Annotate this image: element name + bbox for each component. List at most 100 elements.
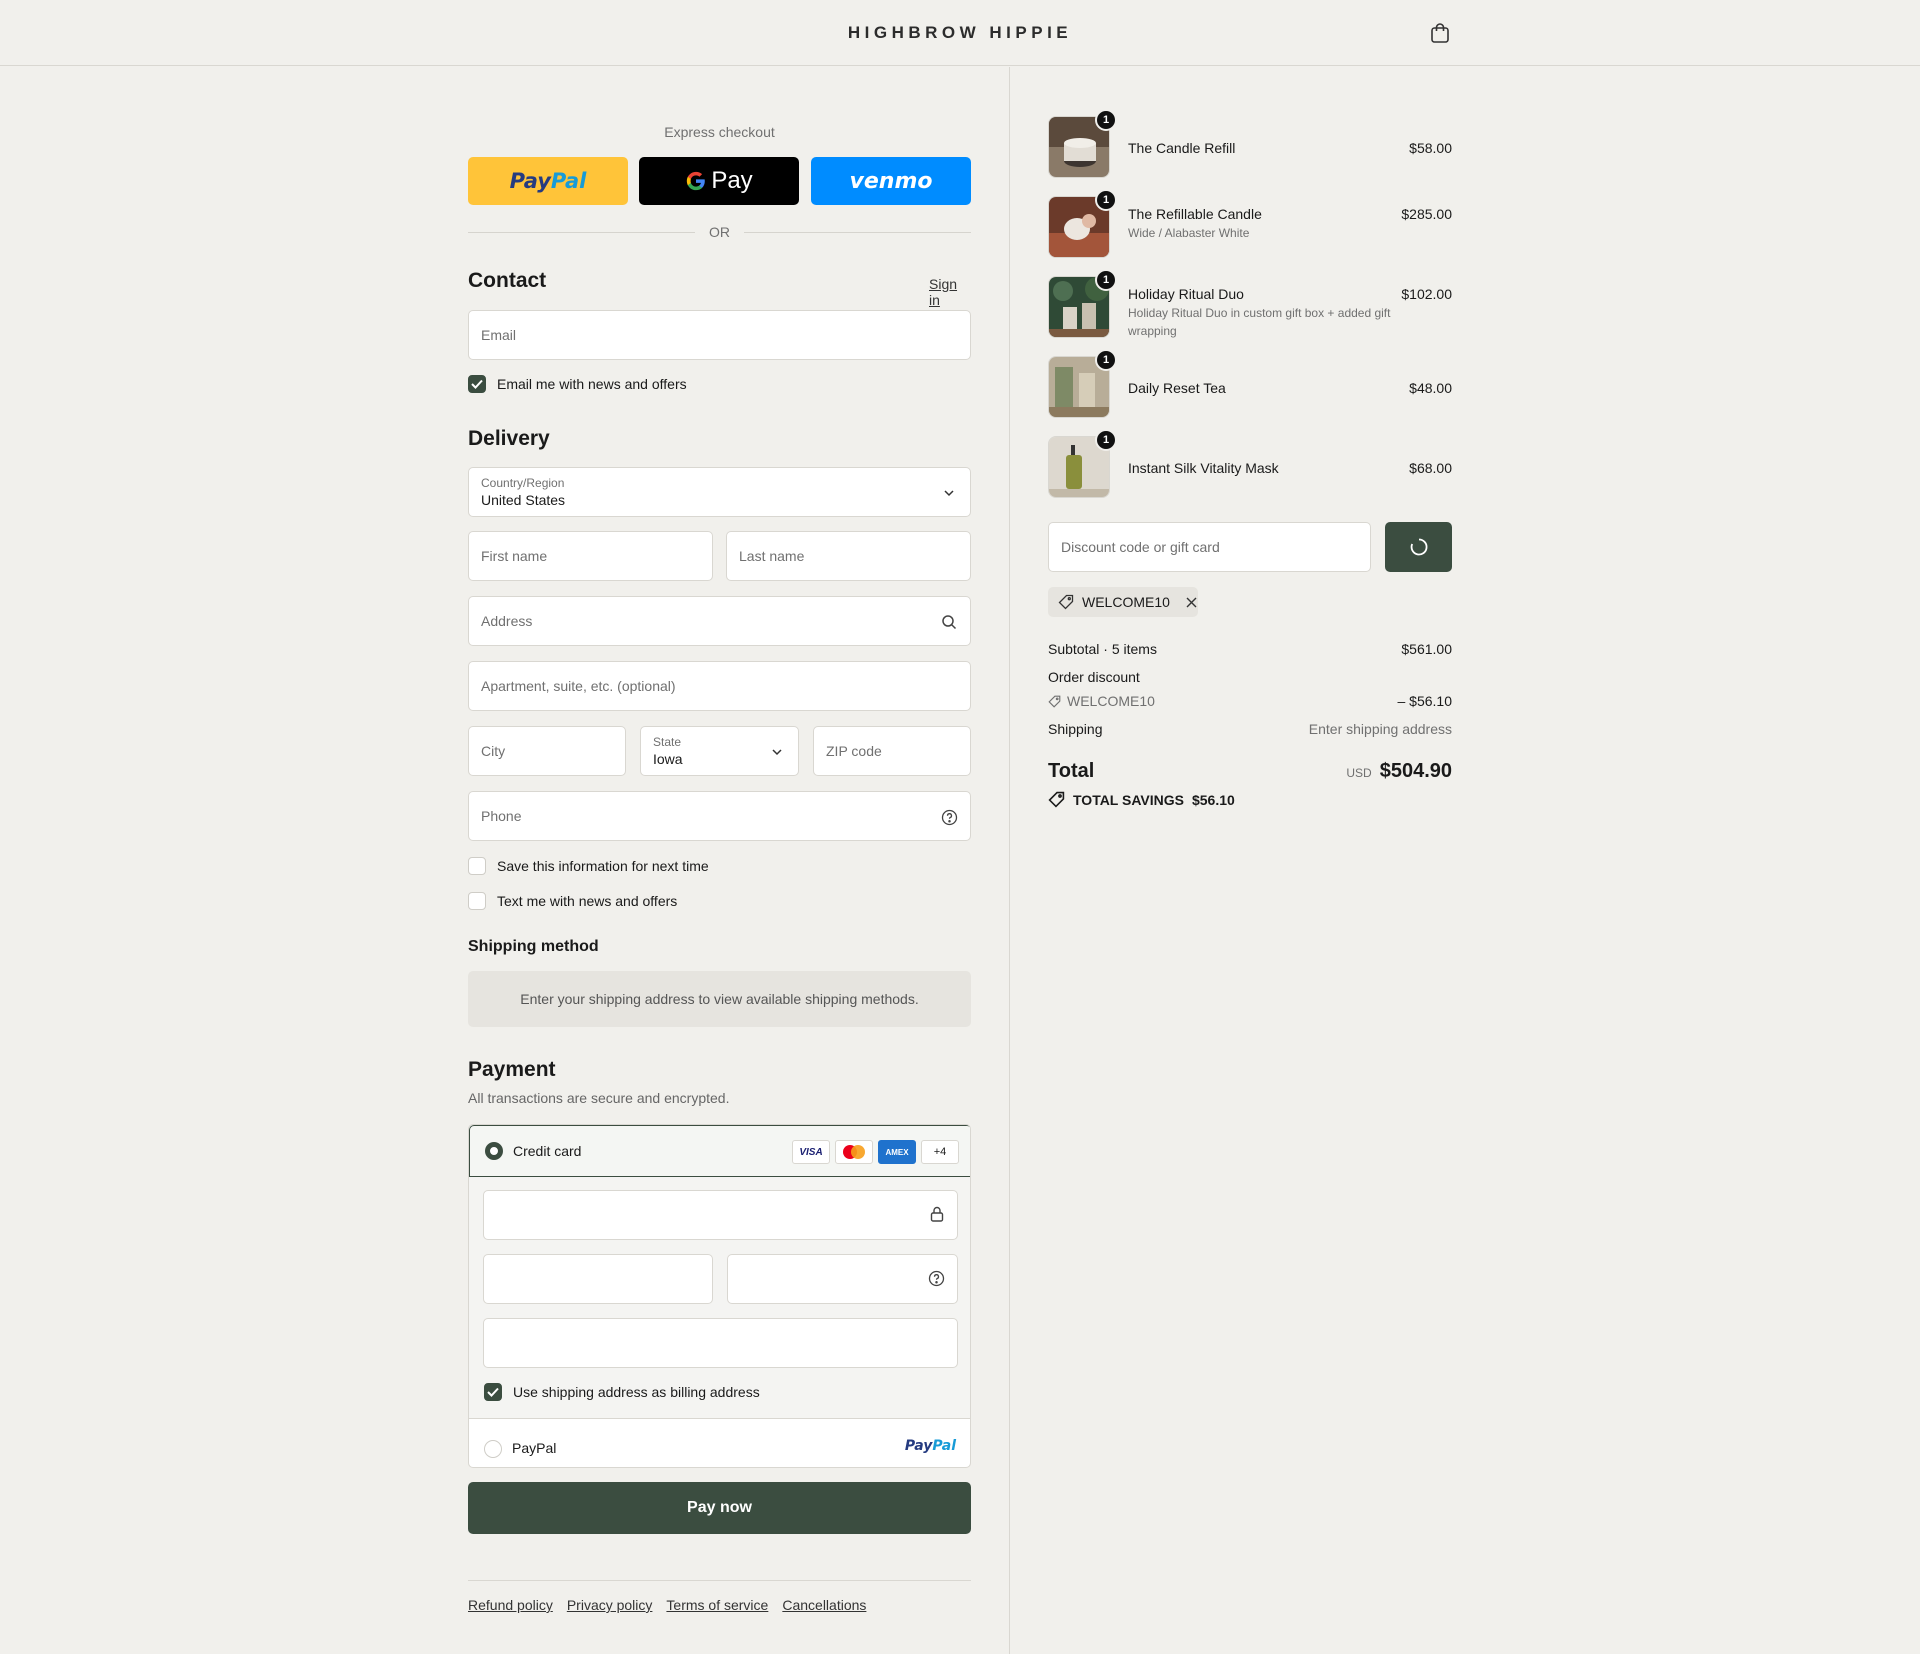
email-news-checkbox[interactable] (468, 375, 486, 393)
shipping-label: Shipping (1048, 721, 1103, 737)
order-item: 1 Daily Reset Tea $48.00 (1048, 349, 1452, 420)
phone-field[interactable]: Phone (468, 791, 971, 841)
payment-methods: Credit card VISA AMEX +4 Use shipping ad… (468, 1124, 971, 1468)
chevron-down-icon (768, 743, 786, 761)
total-value: $504.90 (1379, 760, 1452, 782)
quantity-badge: 1 (1095, 109, 1117, 131)
terms-of-service-link[interactable]: Terms of service (666, 1597, 768, 1613)
item-price: $102.00 (1401, 286, 1452, 302)
paypal-logo: PayPal (509, 169, 587, 193)
tag-icon (1048, 791, 1065, 808)
item-name: Holiday Ritual Duo (1128, 286, 1244, 302)
credit-card-option[interactable]: Credit card VISA AMEX +4 (469, 1125, 970, 1177)
paypal-option-label: PayPal (512, 1440, 557, 1456)
text-me-checkbox[interactable] (468, 892, 486, 910)
card-number-field[interactable] (483, 1190, 958, 1240)
visa-icon: VISA (792, 1140, 830, 1164)
currency-code: USD (1346, 766, 1372, 780)
refund-policy-link[interactable]: Refund policy (468, 1597, 553, 1613)
header: HIGHBROW HIPPIE (0, 0, 1920, 66)
name-on-card-field[interactable] (483, 1318, 958, 1368)
security-code-field[interactable] (727, 1254, 958, 1304)
footer-links: Refund policy Privacy policy Terms of se… (468, 1597, 866, 1613)
discount-code-text: WELCOME10 (1067, 693, 1155, 709)
save-info-label: Save this information for next time (497, 858, 709, 874)
cancellations-link[interactable]: Cancellations (782, 1597, 866, 1613)
city-placeholder: City (481, 743, 506, 759)
checkmark-icon (487, 1387, 499, 1397)
address-placeholder: Address (481, 613, 533, 629)
quantity-badge: 1 (1095, 189, 1117, 211)
privacy-policy-link[interactable]: Privacy policy (567, 1597, 653, 1613)
express-checkout-title: Express checkout (664, 124, 775, 140)
delivery-title: Delivery (468, 427, 550, 450)
savings-label: TOTAL SAVINGS (1073, 791, 1184, 808)
apartment-field[interactable]: Apartment, suite, etc. (optional) (468, 661, 971, 711)
total-savings: TOTAL SAVINGS $56.10 (1048, 791, 1235, 808)
billing-address-checkbox[interactable] (484, 1383, 502, 1401)
discount-code-row: WELCOME10 – $56.10 (1048, 693, 1452, 709)
country-select[interactable]: Country/Region United States (468, 467, 971, 517)
venmo-logo: venmo (849, 168, 933, 194)
total-label: Total (1048, 760, 1095, 782)
checkmark-icon (471, 379, 483, 389)
credit-card-radio[interactable] (485, 1142, 503, 1160)
discount-placeholder: Discount code or gift card (1061, 539, 1220, 555)
email-placeholder: Email (481, 327, 517, 343)
item-variant: Holiday Ritual Duo in custom gift box + … (1128, 306, 1391, 338)
discount-code-field[interactable]: Discount code or gift card (1048, 522, 1371, 572)
quantity-badge: 1 (1095, 349, 1117, 371)
text-me-option[interactable]: Text me with news and offers (468, 891, 677, 911)
city-field[interactable]: City (468, 726, 626, 776)
savings-value: $56.10 (1191, 791, 1235, 808)
brand-logo[interactable]: HIGHBROW HIPPIE (0, 23, 1920, 43)
more-cards-badge: +4 (921, 1140, 959, 1164)
google-pay-button[interactable]: Pay (639, 157, 799, 205)
expiration-date-field[interactable] (483, 1254, 713, 1304)
or-divider: OR (468, 222, 971, 242)
email-news-option[interactable]: Email me with news and offers (468, 374, 687, 394)
apply-discount-button[interactable] (1385, 522, 1452, 572)
help-icon[interactable] (928, 1270, 945, 1292)
item-variant: Wide / Alabaster White (1128, 226, 1250, 240)
billing-address-option[interactable]: Use shipping address as billing address (484, 1382, 760, 1402)
remove-discount-button[interactable] (1186, 597, 1197, 608)
venmo-button[interactable]: venmo (811, 157, 971, 205)
help-icon[interactable] (940, 808, 958, 826)
last-name-field[interactable]: Last name (726, 531, 971, 581)
order-item: 1 The Candle Refill $58.00 (1048, 109, 1452, 180)
applied-discount-chip: WELCOME10 (1048, 587, 1198, 617)
item-price: $58.00 (1409, 140, 1452, 156)
zip-field[interactable]: ZIP code (813, 726, 971, 776)
tag-icon (1058, 594, 1074, 610)
paypal-express-button[interactable]: PayPal (468, 157, 628, 205)
item-name: The Candle Refill (1128, 140, 1236, 156)
save-info-option[interactable]: Save this information for next time (468, 856, 709, 876)
last-name-placeholder: Last name (739, 548, 805, 564)
item-price: $68.00 (1409, 460, 1452, 476)
first-name-placeholder: First name (481, 548, 548, 564)
subtotal-label: Subtotal · 5 items (1048, 641, 1157, 657)
paypal-logo: PayPal (904, 1438, 956, 1454)
or-label: OR (709, 224, 730, 240)
apartment-placeholder: Apartment, suite, etc. (optional) (481, 678, 676, 694)
order-discount-row: Order discount (1048, 669, 1452, 685)
paypal-radio[interactable] (484, 1440, 502, 1458)
contact-title: Contact (468, 269, 547, 292)
pay-now-button[interactable]: Pay now (468, 1482, 971, 1534)
subtotal-value: $561.00 (1401, 641, 1452, 657)
address-field[interactable]: Address (468, 596, 971, 646)
item-name: Daily Reset Tea (1128, 380, 1226, 396)
country-label: Country/Region (481, 476, 565, 490)
email-field[interactable]: Email (468, 310, 971, 360)
item-name: The Refillable Candle (1128, 206, 1262, 222)
state-select[interactable]: State Iowa (640, 726, 799, 776)
search-icon (940, 613, 958, 631)
state-label: State (653, 735, 682, 749)
save-info-checkbox[interactable] (468, 857, 486, 875)
sign-in-link[interactable]: Sign in (929, 276, 971, 308)
checkout-page: HIGHBROW HIPPIE Express checkout PayPal (0, 0, 1920, 1654)
google-pay-label: Pay (711, 167, 753, 194)
cart-button[interactable] (1427, 20, 1453, 46)
first-name-field[interactable]: First name (468, 531, 713, 581)
